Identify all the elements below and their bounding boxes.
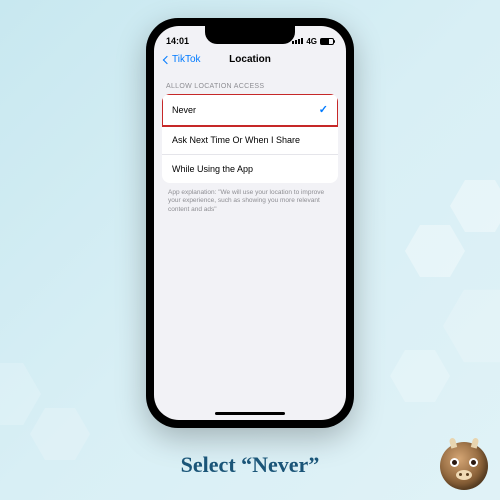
status-time: 14:01 — [166, 36, 189, 46]
section-header: ALLOW LOCATION ACCESS — [154, 73, 346, 94]
network-label: 4G — [306, 37, 317, 46]
back-label: TikTok — [172, 54, 201, 65]
option-never[interactable]: Never ✓ — [162, 94, 338, 126]
decorative-hexagon — [450, 180, 500, 232]
decorative-hexagon — [390, 350, 450, 402]
option-while-using[interactable]: While Using the App — [162, 155, 338, 183]
status-indicators: 4G — [292, 37, 334, 46]
option-label: Ask Next Time Or When I Share — [172, 135, 300, 145]
option-ask-next-time[interactable]: Ask Next Time Or When I Share — [162, 126, 338, 155]
phone-frame: 14:01 4G TikTok Location ALLOW LOCATION … — [146, 18, 354, 428]
navigation-header: TikTok Location — [154, 50, 346, 73]
phone-screen: 14:01 4G TikTok Location ALLOW LOCATION … — [154, 26, 346, 420]
decorative-hexagon — [0, 363, 41, 425]
instruction-caption: Select “Never” — [181, 452, 320, 478]
home-indicator[interactable] — [215, 412, 285, 415]
bull-mascot-logo — [440, 442, 488, 490]
decorative-hexagon — [405, 225, 465, 277]
chevron-left-icon — [163, 55, 171, 63]
option-label: While Using the App — [172, 164, 253, 174]
signal-icon — [292, 38, 303, 44]
back-button[interactable]: TikTok — [164, 54, 201, 65]
phone-notch — [205, 26, 295, 44]
page-title: Location — [229, 54, 271, 65]
app-explanation: App explanation: "We will use your locat… — [154, 183, 346, 220]
battery-icon — [320, 38, 334, 45]
checkmark-icon: ✓ — [319, 103, 328, 116]
option-label: Never — [172, 105, 196, 115]
location-options-group: Never ✓ Ask Next Time Or When I Share Wh… — [162, 94, 338, 183]
decorative-hexagon — [443, 290, 500, 363]
decorative-hexagon — [30, 408, 90, 460]
